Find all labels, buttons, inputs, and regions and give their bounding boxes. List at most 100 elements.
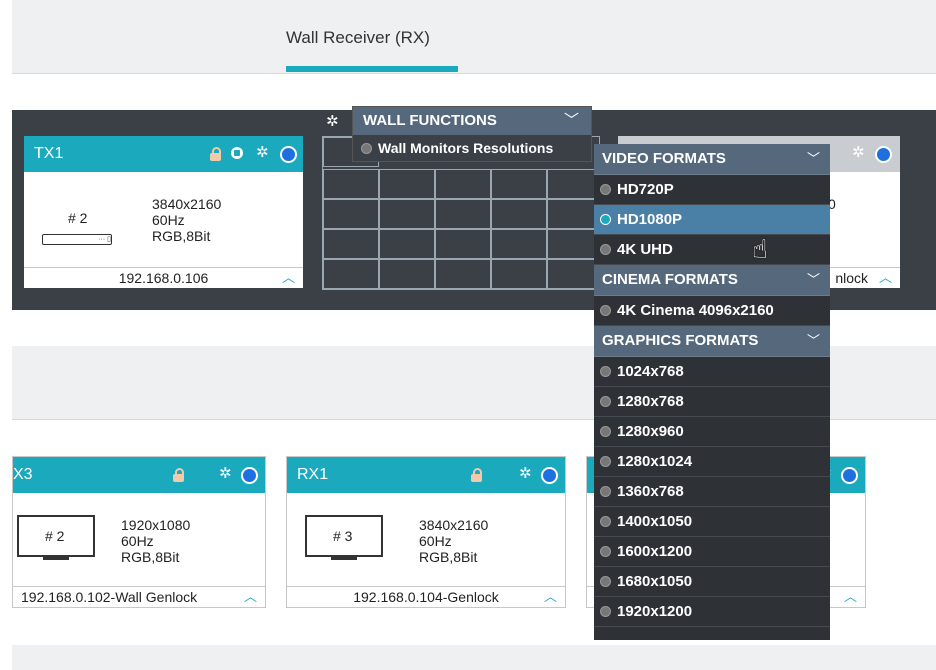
gear-icon[interactable]: ✲ bbox=[256, 143, 269, 161]
wall-cell[interactable] bbox=[547, 169, 599, 199]
wall-cell[interactable] bbox=[491, 199, 547, 229]
record-icon[interactable] bbox=[231, 147, 243, 159]
tx-card[interactable]: TX1 ✲ # 2 ··· ▯ 3840x2160 60Hz RGB,8Bit … bbox=[24, 136, 303, 288]
wall-functions-menu[interactable]: WALL FUNCTIONS ﹀ Wall Monitors Resolutio… bbox=[352, 106, 592, 162]
format-option-label: 4K UHD bbox=[617, 241, 673, 258]
chevron-up-icon[interactable]: ︿ bbox=[544, 587, 557, 607]
format-option[interactable]: 1920x1200 bbox=[594, 597, 830, 627]
tx-refresh: 60Hz bbox=[152, 212, 185, 228]
wall-cell[interactable] bbox=[379, 199, 435, 229]
format-option-selected[interactable]: HD1080P bbox=[594, 205, 830, 235]
monitor-stand bbox=[331, 557, 357, 560]
format-option[interactable]: 4K Cinema 4096x2160 bbox=[594, 296, 830, 326]
wall-cell[interactable] bbox=[491, 259, 547, 289]
section-video-formats[interactable]: VIDEO FORMATS ﹀ bbox=[594, 144, 830, 175]
format-option[interactable]: 1400x1050 bbox=[594, 507, 830, 537]
format-option-label: 1024x768 bbox=[617, 363, 684, 380]
rx-card[interactable]: RX1 ✲ # 3 3840x2160 60Hz RGB,8Bit 192.16… bbox=[286, 456, 566, 608]
tab-wall-receiver[interactable]: Wall Receiver (RX) bbox=[286, 28, 430, 48]
chevron-down-icon[interactable]: ﹀ bbox=[807, 265, 820, 295]
bottom-band bbox=[12, 645, 936, 670]
wall-cell[interactable] bbox=[323, 229, 379, 259]
lock-icon[interactable] bbox=[173, 468, 184, 482]
format-option-label: 1400x1050 bbox=[617, 513, 693, 530]
rx-ip: 192.168.0.102-Wall Genlock bbox=[21, 589, 198, 605]
section-video-formats-title: VIDEO FORMATS bbox=[602, 150, 726, 167]
wall-gear-icon[interactable]: ✲ bbox=[326, 112, 339, 130]
monitor-icon: # 3 bbox=[305, 515, 383, 560]
rx-card-name: RX1 bbox=[297, 466, 329, 483]
partial-footer-text: nlock bbox=[835, 270, 868, 286]
format-option[interactable]: 1280x768 bbox=[594, 387, 830, 417]
wall-cell[interactable] bbox=[435, 169, 491, 199]
format-option-label: 1360x768 bbox=[617, 483, 684, 500]
chevron-down-icon[interactable]: ﹀ bbox=[564, 107, 579, 135]
wall-cell[interactable] bbox=[323, 199, 379, 229]
format-option[interactable]: 1680x1050 bbox=[594, 567, 830, 597]
gear-icon[interactable]: ✲ bbox=[852, 143, 865, 161]
chevron-down-icon[interactable]: ﹀ bbox=[807, 326, 820, 356]
chevron-up-icon[interactable]: ︿ bbox=[844, 587, 857, 607]
radio-icon bbox=[600, 605, 611, 617]
wall-cell[interactable] bbox=[379, 259, 435, 289]
wall-monitors-resolutions-label: Wall Monitors Resolutions bbox=[378, 140, 554, 156]
wall-cell[interactable] bbox=[323, 259, 379, 289]
active-tab-indicator bbox=[286, 66, 458, 72]
monitor-icon: # 2 bbox=[17, 515, 95, 560]
format-option-label: 1280x960 bbox=[617, 423, 684, 440]
chevron-up-icon[interactable]: ︿ bbox=[282, 268, 295, 288]
tx-card-name: TX1 bbox=[34, 145, 64, 162]
format-option[interactable]: 1280x1024 bbox=[594, 447, 830, 477]
wall-cell[interactable] bbox=[491, 169, 547, 199]
format-option[interactable]: 4K UHD bbox=[594, 235, 830, 265]
format-option-label: 1680x1050 bbox=[617, 573, 693, 590]
radio-icon bbox=[600, 575, 611, 587]
tx-device-icon: ··· ▯ bbox=[42, 234, 112, 245]
format-menu[interactable]: VIDEO FORMATS ﹀ HD720P HD1080P 4K UHD CIN… bbox=[594, 144, 830, 640]
wall-cell[interactable] bbox=[547, 199, 599, 229]
lock-icon[interactable] bbox=[471, 468, 482, 482]
tx-resolution: 3840x2160 bbox=[152, 196, 222, 212]
radio-icon bbox=[600, 515, 611, 527]
chevron-down-icon[interactable]: ﹀ bbox=[807, 144, 820, 174]
radio-icon bbox=[600, 485, 611, 497]
monitor-number: # 2 bbox=[68, 210, 88, 226]
rx-ip-footer: 192.168.0.102-Wall Genlock ︿ bbox=[13, 586, 265, 607]
format-option[interactable]: 1024x768 bbox=[594, 357, 830, 387]
section-cinema-formats[interactable]: CINEMA FORMATS ﹀ bbox=[594, 265, 830, 296]
wall-cell[interactable] bbox=[379, 169, 435, 199]
wall-functions-header[interactable]: WALL FUNCTIONS ﹀ bbox=[353, 107, 591, 135]
rx-color: RGB,8Bit bbox=[419, 549, 478, 565]
format-option[interactable]: 1360x768 bbox=[594, 477, 830, 507]
monitor-stand bbox=[43, 557, 69, 560]
chevron-up-icon[interactable]: ︿ bbox=[879, 268, 892, 288]
wall-cell[interactable] bbox=[491, 229, 547, 259]
wall-cell[interactable] bbox=[435, 259, 491, 289]
wall-cell[interactable] bbox=[379, 229, 435, 259]
wall-cell[interactable] bbox=[547, 259, 599, 289]
section-graphics-formats[interactable]: GRAPHICS FORMATS ﹀ bbox=[594, 326, 830, 357]
tx-color: RGB,8Bit bbox=[152, 228, 211, 244]
format-option[interactable]: 1280x960 bbox=[594, 417, 830, 447]
wall-monitors-resolutions-item[interactable]: Wall Monitors Resolutions bbox=[353, 135, 591, 161]
gear-icon[interactable]: ✲ bbox=[219, 464, 232, 482]
wall-cell[interactable] bbox=[323, 169, 379, 199]
wall-cell[interactable] bbox=[435, 229, 491, 259]
wall-cell[interactable] bbox=[435, 199, 491, 229]
monitor-number: # 3 bbox=[333, 528, 353, 544]
format-option[interactable]: 1600x1200 bbox=[594, 537, 830, 567]
rx-ip: 192.168.0.104-Genlock bbox=[353, 589, 499, 605]
format-option[interactable]: HD720P bbox=[594, 175, 830, 205]
radio-icon bbox=[361, 142, 372, 154]
rx-card[interactable]: X3 ✲ # 2 1920x1080 60Hz RGB,8Bit 192.168… bbox=[12, 456, 266, 608]
gear-icon[interactable]: ✲ bbox=[519, 464, 532, 482]
wall-cell[interactable] bbox=[547, 229, 599, 259]
radio-icon bbox=[600, 365, 611, 377]
format-option-label: 4K Cinema 4096x2160 bbox=[617, 302, 774, 319]
lock-icon[interactable] bbox=[210, 147, 221, 161]
chevron-up-icon[interactable]: ︿ bbox=[244, 587, 257, 607]
status-dot bbox=[875, 146, 892, 163]
monitor-number: # 2 bbox=[45, 528, 65, 544]
radio-icon bbox=[600, 545, 611, 557]
status-dot bbox=[841, 467, 858, 484]
